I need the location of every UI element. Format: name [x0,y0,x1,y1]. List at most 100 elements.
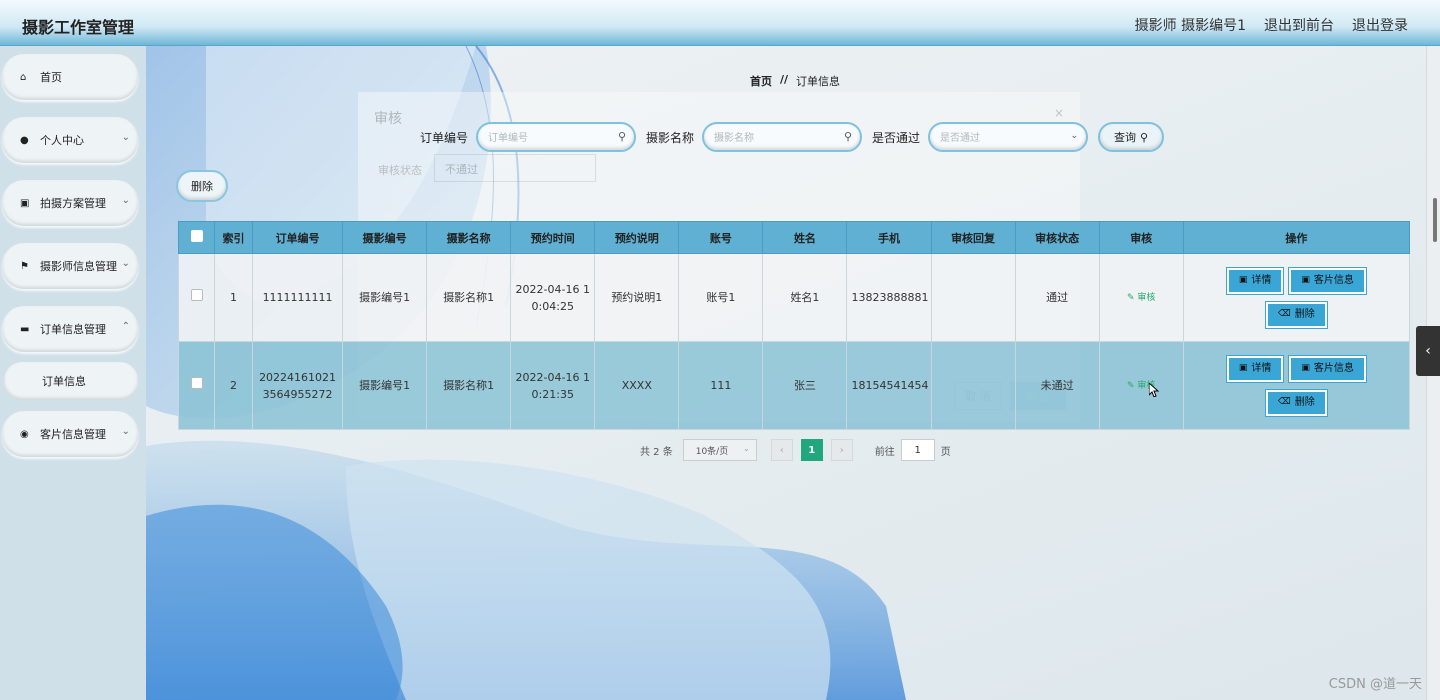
cell-phone: 13823888881 [846,253,932,342]
sidebar-item-label: 摄影师信息管理 [40,260,117,273]
app-title: 摄影工作室管理 [22,18,135,37]
search-icon: ⚲ [1140,130,1149,144]
sidebar-item-label: 客片信息管理 [40,428,106,441]
pass-label: 是否通过 [872,130,921,145]
cell-audit: ✎ 审核 [1098,253,1184,342]
scrollbar-thumb[interactable] [1433,198,1437,242]
chevron-up-icon: ⌃ [121,321,130,332]
logout-link[interactable]: 退出登录 [1352,15,1408,35]
dialog-status-label: 审核状态 [378,164,422,177]
row-checkbox[interactable] [190,377,203,389]
sidebar-item-orders[interactable]: ▬ 订单信息管理 ⌃ [2,306,138,352]
cell-status: 未通过 [1014,341,1100,430]
client-photos-button[interactable]: ▣ 客片信息 [1288,266,1367,295]
goto-page-input[interactable]: 1 [900,439,935,461]
sidebar-item-personal-center[interactable]: ● 个人中心 ⌄ [2,117,138,163]
chevron-down-icon: ⌄ [121,258,130,269]
order-no-field[interactable]: ⚲ [476,122,637,152]
detail-button[interactable]: ▣ 详情 [1225,266,1285,295]
pass-select-input[interactable] [940,129,1061,147]
goto-page: 前往 1 页 [875,439,951,461]
cell-reply [930,253,1016,342]
table-row: 2 202241610213564955272 摄影编号1 摄影名称1 2022… [177,341,1411,430]
cell-audit: ✎ 审核 [1098,341,1184,430]
chevron-left-icon: ‹ [779,444,784,456]
photo-name-input[interactable] [714,129,835,147]
sidebar-item-shoot-plan[interactable]: ▣ 拍摄方案管理 ⌄ [2,180,138,226]
dialog-status-select[interactable]: 不通过 [434,154,596,182]
column-header: 账号 [678,221,764,254]
audit-link[interactable]: ✎ 审核 [1127,293,1155,303]
sidebar-item-label: 订单信息管理 [40,323,106,336]
client-photos-button[interactable]: ▣ 客片信息 [1288,354,1367,383]
mouse-cursor-icon [1149,383,1159,397]
column-header: 摄影名称 [426,221,512,254]
delete-button[interactable]: ⌫ 删除 [1264,388,1328,417]
row-select-cell[interactable] [177,253,216,342]
breadcrumb-home[interactable]: 首页 [750,73,772,89]
dialog-title: 审核 [374,111,402,127]
sidebar-item-client-photos[interactable]: ◉ 客片信息管理 ⌄ [2,411,138,457]
chevron-right-icon: › [839,444,844,456]
row-checkbox[interactable] [190,289,203,301]
current-user[interactable]: 摄影师 摄影编号1 [1135,15,1246,35]
detail-button[interactable]: ▣ 详情 [1225,354,1285,383]
cell-status: 通过 [1014,253,1100,342]
chevron-down-icon: ⌄ [121,426,130,437]
prev-page-button[interactable]: ‹ [770,439,793,461]
cell-photo-no: 摄影编号1 [342,341,428,430]
home-icon: ⌂ [20,71,27,83]
photo-name-field[interactable]: ⚲ [702,122,863,152]
breadcrumb: 首页 // 订单信息 [750,73,840,89]
delete-button-label: 删除 [1294,397,1315,408]
cell-actions: ▣ 详情 ▣ 客片信息 ⌫ 删除 [1182,341,1411,430]
next-page-button[interactable]: › [830,439,853,461]
row-select-cell[interactable] [177,341,216,430]
search-bar: 订单编号 ⚲ 摄影名称 ⚲ 是否通过 ⌄ 查询 ⚲ [420,122,1165,152]
pass-select[interactable]: ⌄ [928,122,1089,152]
trash-icon: ⌫ [1277,309,1291,319]
client-photos-button-label: 客片信息 [1313,275,1354,286]
audit-link-label: 审核 [1137,293,1156,303]
page-size-select[interactable]: 10条/页 ⌄ [682,439,757,461]
search-icon: ⚲ [617,130,627,143]
sidebar-item-label: 拍摄方案管理 [40,197,106,210]
sidebar-item-label: 个人中心 [40,134,84,147]
delete-button-label: 删除 [1294,309,1315,320]
order-no-input[interactable] [488,129,609,147]
table-header-row: 索引 订单编号 摄影编号 摄影名称 预约时间 预约说明 账号 姓名 手机 审核回… [177,221,1411,254]
column-header: 操作 [1182,221,1411,254]
query-button-label: 查询 [1114,131,1137,144]
select-all-header[interactable] [177,221,216,254]
column-header: 摄影编号 [342,221,428,254]
clipboard-icon: ▣ [20,197,30,209]
batch-delete-button[interactable]: 删除 [176,170,228,202]
query-button[interactable]: 查询 ⚲ [1098,122,1165,152]
document-icon: ▣ [1238,363,1248,373]
delete-button[interactable]: ⌫ 删除 [1264,300,1328,329]
close-icon[interactable]: × [1054,106,1064,120]
cell-photo-name: 摄影名称1 [426,341,512,430]
column-header: 手机 [846,221,932,254]
page-number-current[interactable]: 1 [800,439,823,461]
column-header: 预约说明 [594,221,680,254]
select-all-checkbox[interactable] [190,230,203,242]
sidebar-item-label: 首页 [40,71,62,84]
column-header: 审核 [1098,221,1184,254]
exit-to-front-link[interactable]: 退出到前台 [1264,15,1334,35]
flag-icon: ⚑ [20,260,29,272]
sidebar-subitem-order-info[interactable]: 订单信息 [4,362,138,400]
header-actions: 摄影师 摄影编号1 退出到前台 退出登录 [1135,15,1408,35]
chevron-left-icon[interactable]: ‹ [1416,326,1440,376]
cell-time: 2022-04-16 10:21:35 [510,341,596,430]
detail-button-label: 详情 [1251,363,1272,374]
sidebar-item-home[interactable]: ⌂ 首页 [2,54,138,100]
column-header: 预约时间 [510,221,596,254]
cell-note: XXXX [594,341,680,430]
photo-name-label: 摄影名称 [646,130,695,145]
top-bar: 摄影工作室管理 摄影师 摄影编号1 退出到前台 退出登录 [0,0,1440,46]
page-size-value: 10条/页 [695,446,729,457]
sidebar-item-photographer[interactable]: ⚑ 摄影师信息管理 ⌄ [2,243,138,289]
document-icon: ▣ [1238,275,1248,285]
document-icon: ▣ [1301,363,1310,373]
